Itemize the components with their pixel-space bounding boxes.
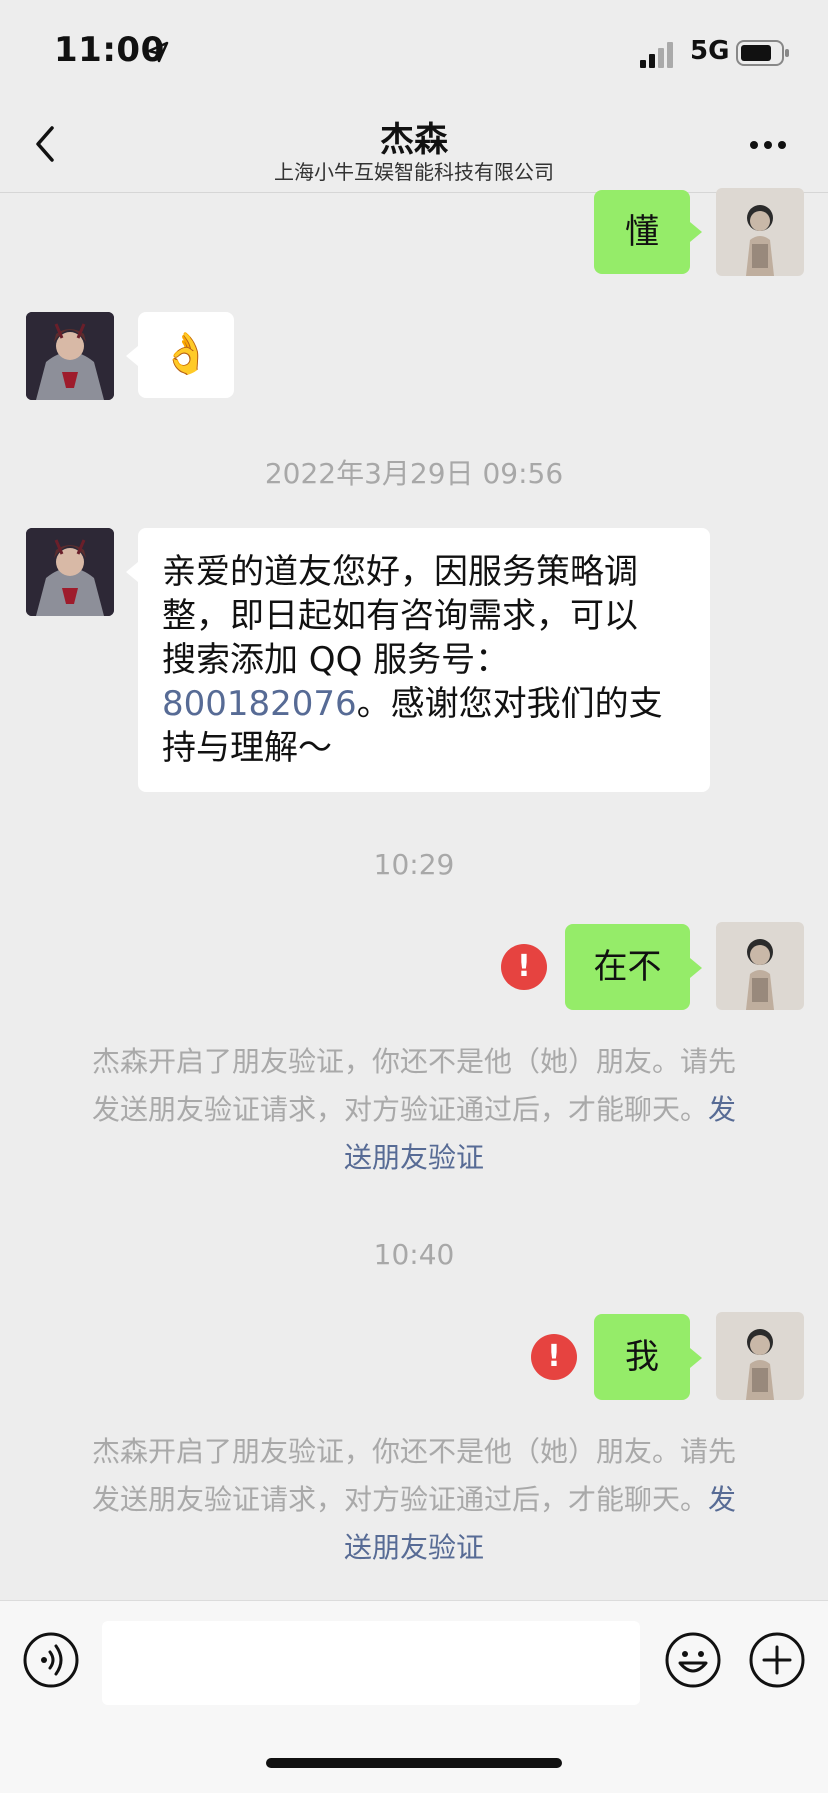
message-text-line: 搜索添加 QQ 服务号： (162, 640, 510, 680)
ok-emoji: 👌 (161, 331, 211, 377)
emoji-icon[interactable] (664, 1631, 722, 1689)
message-text-line: 亲爱的道友您好，因服务策略调 (162, 552, 638, 592)
friend-verification-notice: 杰森开启了朋友验证，你还不是他（她）朋友。请先 发送朋友验证请求，对方验证通过后… (60, 1428, 768, 1572)
friend-verification-notice: 杰森开启了朋友验证，你还不是他（她）朋友。请先 发送朋友验证请求，对方验证通过后… (60, 1038, 768, 1182)
status-bar: 11:00 5G (0, 0, 828, 100)
battery-icon (736, 40, 789, 66)
contact-avatar[interactable] (26, 528, 114, 616)
notice-line: 杰森开启了朋友验证，你还不是他（她）朋友。请先 (91, 1045, 736, 1078)
chat-title: 杰森 (380, 120, 448, 160)
location-arrow-icon (147, 41, 169, 63)
send-verification-link[interactable]: 发 (708, 1093, 736, 1126)
send-verification-link[interactable]: 送朋友验证 (344, 1141, 484, 1174)
message-bubble-theirs[interactable]: 👌 (138, 312, 234, 398)
message-input[interactable] (102, 1621, 640, 1705)
send-failed-icon[interactable]: ! (501, 944, 547, 990)
message-text: 。感谢您对我们的支 (356, 684, 663, 724)
network-type: 5G (690, 36, 730, 66)
message-text: 我 (625, 1337, 659, 1377)
my-avatar[interactable] (716, 188, 804, 276)
message-text: 懂 (625, 212, 659, 252)
notice-line: 发送朋友验证请求，对方验证通过后，才能聊天。发 (91, 1483, 737, 1516)
plus-icon[interactable] (748, 1631, 806, 1689)
contact-avatar[interactable] (26, 312, 114, 400)
message-bubble-theirs[interactable]: 亲爱的道友您好，因服务策略调 整，即日起如有咨询需求，可以 搜索添加 QQ 服务… (138, 528, 710, 792)
message-text-line: 持与理解～ (162, 728, 332, 768)
chat-subtitle: 上海小牛互娱智能科技有限公司 (274, 160, 554, 184)
message-text-line: 整，即日起如有咨询需求，可以 (162, 596, 638, 636)
bubble-tail (126, 346, 138, 366)
notice-line: 送朋友验证 (60, 1134, 768, 1182)
notice-line: 送朋友验证 (60, 1524, 768, 1572)
message-bubble-mine[interactable]: 在不 (565, 924, 690, 1010)
message-bubble-mine[interactable]: 我 (594, 1314, 690, 1400)
signal-icon (640, 42, 673, 68)
qq-number-link[interactable]: 800182076 (162, 684, 357, 724)
message-text-line: 800182076。感谢您对我们的支 (162, 682, 686, 726)
timestamp: 10:40 (373, 1238, 455, 1271)
bubble-tail (126, 562, 138, 582)
more-icon[interactable] (746, 130, 790, 160)
message-bubble-mine[interactable]: 懂 (594, 190, 690, 274)
home-indicator[interactable] (266, 1758, 562, 1768)
message-text: 在不 (593, 947, 662, 987)
bubble-tail (690, 1348, 702, 1368)
send-failed-icon[interactable]: ! (531, 1334, 577, 1380)
send-verification-link[interactable]: 送朋友验证 (344, 1531, 484, 1564)
bubble-tail (690, 958, 702, 978)
my-avatar[interactable] (716, 922, 804, 1010)
bubble-tail (690, 222, 702, 242)
my-avatar[interactable] (716, 1312, 804, 1400)
notice-line: 发送朋友验证请求，对方验证通过后，才能聊天。发 (91, 1093, 737, 1126)
timestamp: 2022年3月29日 09:56 (264, 457, 564, 490)
notice-line: 杰森开启了朋友验证，你还不是他（她）朋友。请先 (91, 1435, 736, 1468)
timestamp: 10:29 (373, 848, 455, 881)
voice-icon[interactable] (22, 1631, 80, 1689)
send-verification-link[interactable]: 发 (708, 1483, 736, 1516)
chat-header: 杰森 上海小牛互娱智能科技有限公司 (0, 100, 828, 193)
